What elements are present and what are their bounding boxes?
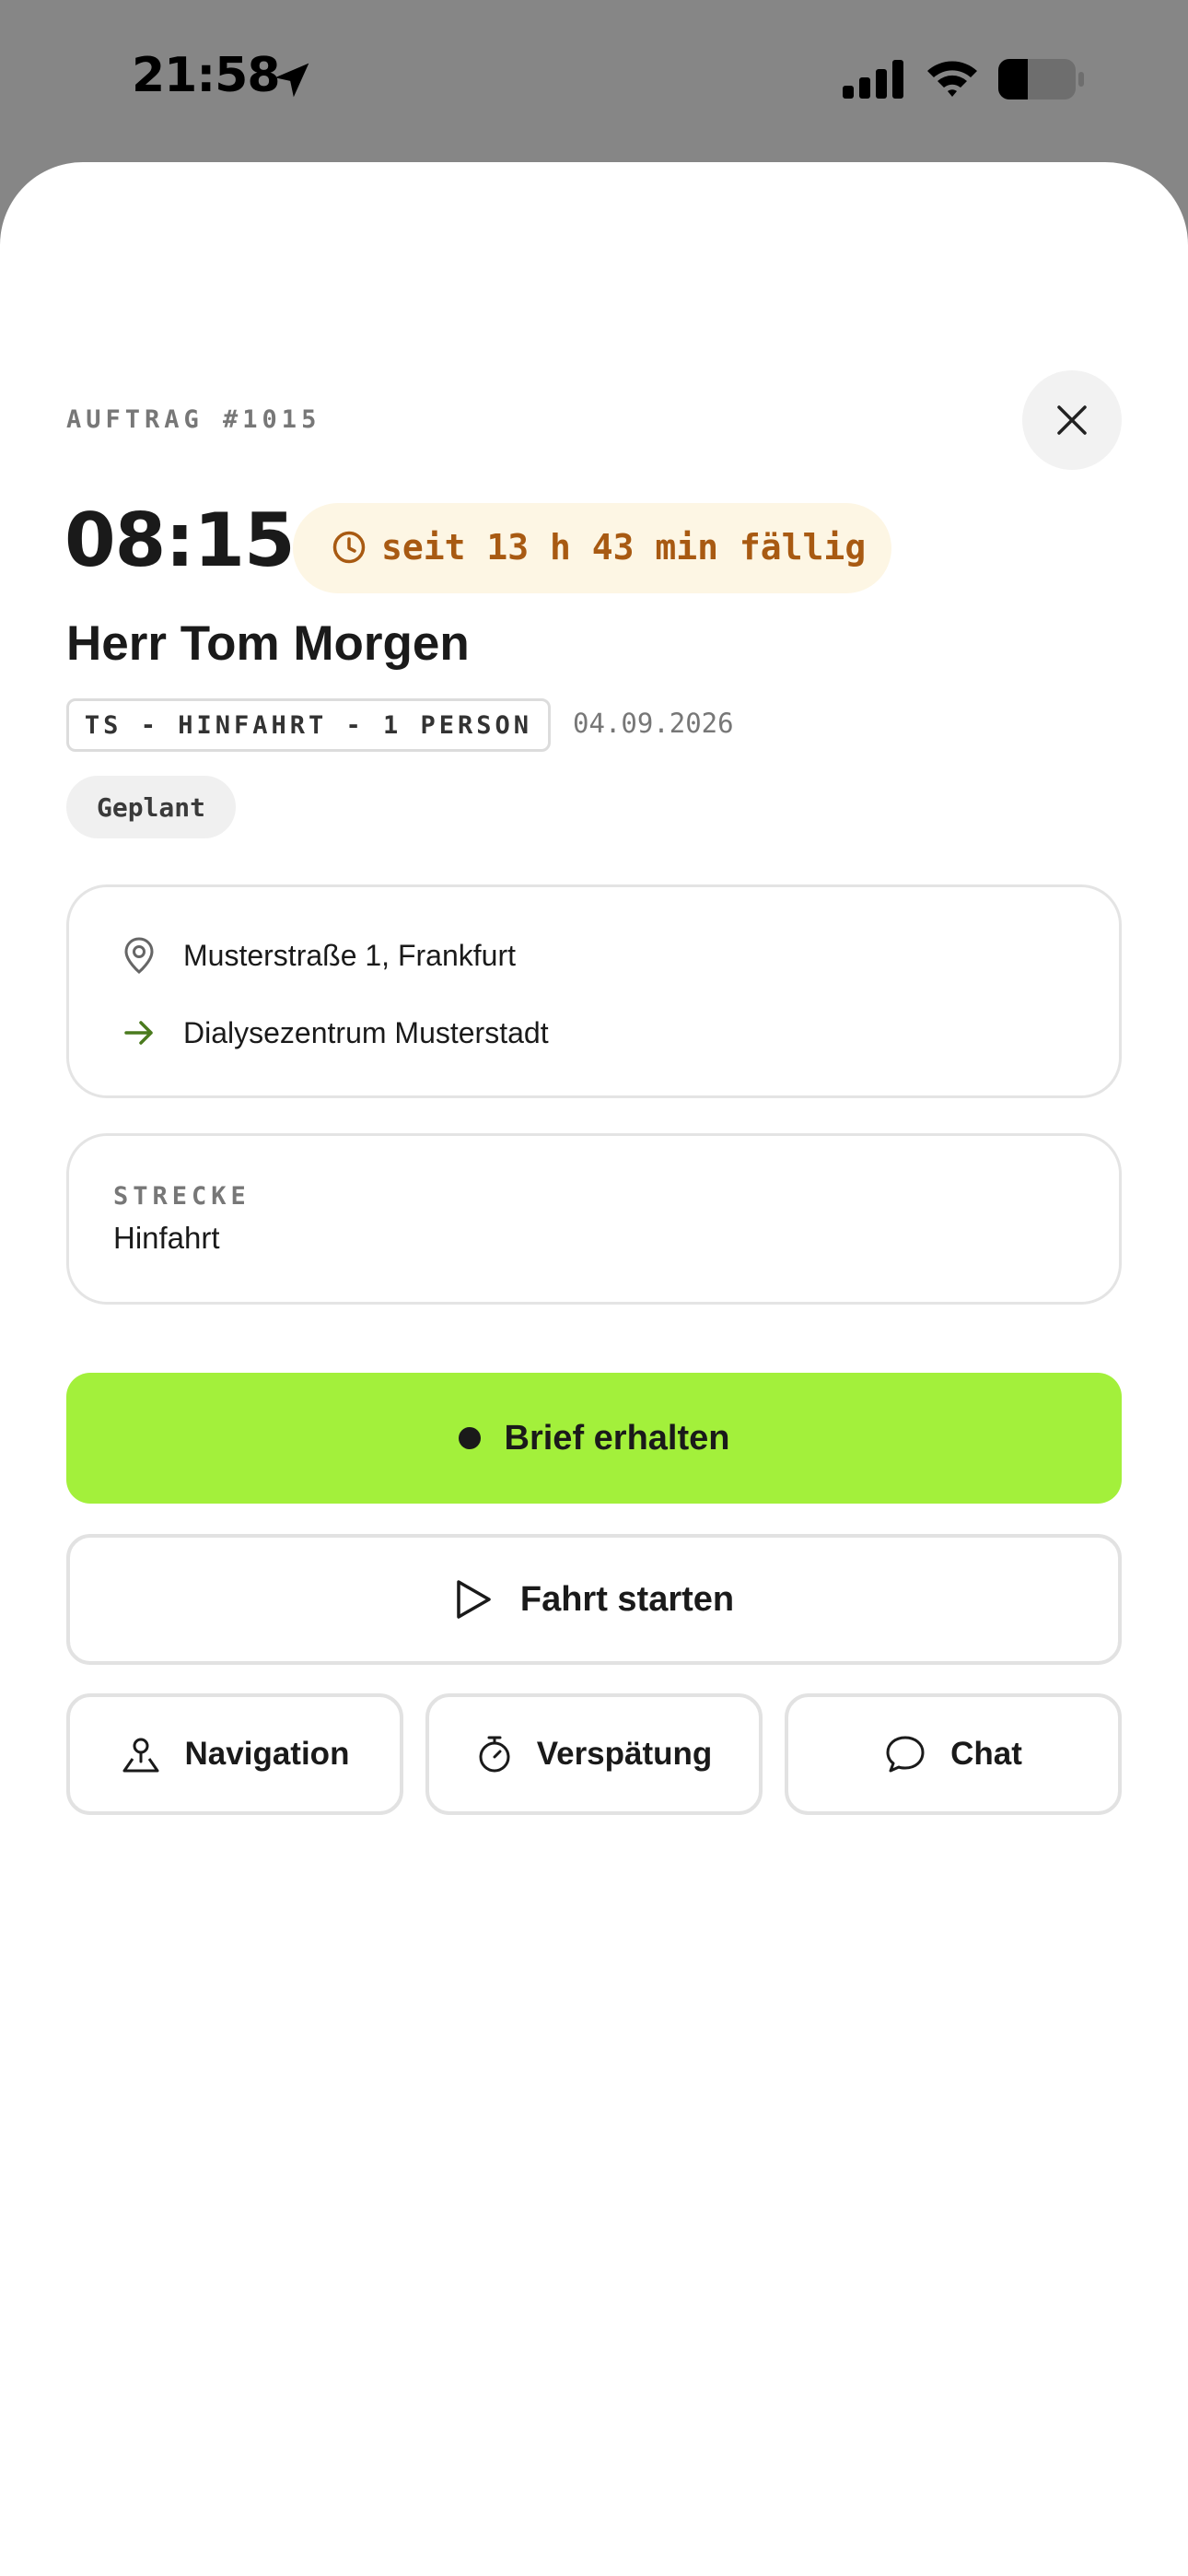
arrow-right-icon bbox=[119, 1013, 159, 1053]
play-icon bbox=[457, 1580, 491, 1619]
start-trip-button[interactable]: Fahrt starten bbox=[66, 1534, 1122, 1665]
pickup-address-row: Musterstraße 1, Frankfurt bbox=[119, 935, 516, 976]
address-card: Musterstraße 1, Frankfurt Dialysezentrum… bbox=[66, 884, 1122, 1098]
pickup-time: 08:15 bbox=[64, 498, 296, 583]
stopwatch-icon bbox=[479, 1736, 510, 1773]
battery-icon bbox=[998, 59, 1084, 100]
navigation-label: Navigation bbox=[184, 1736, 350, 1772]
brief-received-button[interactable]: Brief erhalten bbox=[66, 1373, 1122, 1504]
chat-button[interactable]: Chat bbox=[785, 1693, 1122, 1815]
delay-button[interactable]: Verspätung bbox=[425, 1693, 763, 1815]
wifi-icon bbox=[927, 61, 977, 97]
start-trip-label: Fahrt starten bbox=[519, 1579, 735, 1619]
trip-date: 04.09.2026 bbox=[573, 708, 734, 739]
trip-type-tag: TS - HINFAHRT - 1 PERSON bbox=[66, 698, 551, 752]
location-arrow-icon bbox=[274, 63, 309, 98]
map-person-icon bbox=[122, 1738, 159, 1773]
clock-icon bbox=[332, 531, 366, 564]
destination-address-row: Dialysezentrum Musterstadt bbox=[119, 1013, 549, 1053]
route-label: STRECKE bbox=[113, 1182, 250, 1211]
overdue-badge: seit 13 h 43 min fällig bbox=[293, 503, 891, 593]
delay-label: Verspätung bbox=[536, 1736, 713, 1772]
cellular-signal-icon bbox=[843, 60, 903, 99]
destination-address: Dialysezentrum Musterstadt bbox=[183, 1015, 549, 1049]
close-icon bbox=[1057, 405, 1087, 435]
status-bar: 21:58 bbox=[0, 0, 1188, 161]
route-value: Hinfahrt bbox=[113, 1221, 220, 1255]
route-card: STRECKE Hinfahrt bbox=[66, 1133, 1122, 1305]
status-dot-icon bbox=[458, 1427, 481, 1449]
overdue-text: seit 13 h 43 min fällig bbox=[381, 527, 867, 568]
pickup-address: Musterstraße 1, Frankfurt bbox=[183, 938, 516, 972]
status-badge: Geplant bbox=[66, 776, 236, 838]
chat-label: Chat bbox=[950, 1736, 1022, 1772]
patient-name: Herr Tom Morgen bbox=[66, 616, 470, 671]
status-time: 21:58 bbox=[132, 48, 281, 103]
map-pin-icon bbox=[119, 935, 159, 976]
navigation-button[interactable]: Navigation bbox=[66, 1693, 403, 1815]
brief-received-label: Brief erhalten bbox=[504, 1418, 730, 1458]
order-number-label: AUFTRAG #1015 bbox=[66, 405, 321, 434]
close-button[interactable] bbox=[1022, 370, 1122, 470]
chat-bubble-icon bbox=[886, 1736, 925, 1773]
